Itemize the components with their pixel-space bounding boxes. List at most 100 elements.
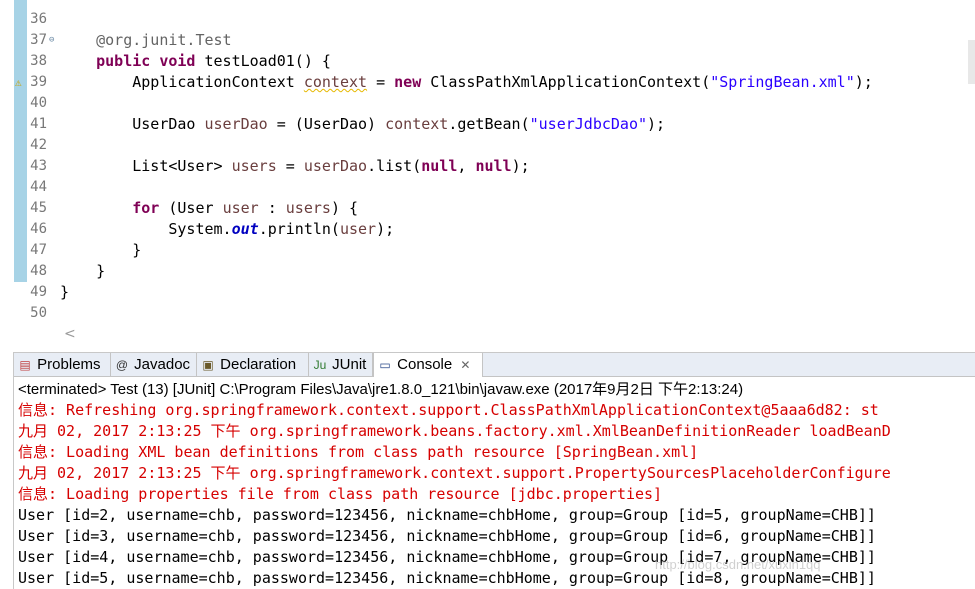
console-output[interactable]: 信息: Refreshing org.springframework.conte…: [18, 400, 975, 589]
line-number: 45: [30, 200, 47, 216]
console-line: 信息: Refreshing org.springframework.conte…: [18, 401, 879, 419]
line-number: 38: [30, 53, 47, 69]
tab-declaration[interactable]: ▣ Declaration: [197, 353, 309, 377]
line-number: 49: [30, 284, 47, 300]
code-token: context: [385, 115, 449, 133]
code-line[interactable]: public void testLoad01() {: [60, 51, 331, 72]
code-line[interactable]: List<User> users = userDao.list(null, nu…: [60, 156, 530, 177]
code-line[interactable]: for (User user : users) {: [60, 198, 358, 219]
tab-label: Console: [397, 356, 453, 373]
code-token: List<User>: [60, 157, 232, 175]
tab-junit[interactable]: Ju JUnit: [309, 353, 373, 377]
console-line: 九月 02, 2017 2:13:25 下午 org.springframewo…: [18, 422, 891, 440]
code-token: );: [854, 73, 873, 91]
javadoc-icon: @: [115, 358, 129, 372]
console-icon: ▭: [379, 358, 391, 372]
tab-javadoc[interactable]: @ Javadoc: [111, 353, 197, 377]
line-number: 47: [30, 242, 47, 258]
line-number: 42: [30, 137, 47, 153]
junit-icon: Ju: [313, 358, 327, 372]
code-token: UserDao: [60, 115, 205, 133]
code-area[interactable]: @org.junit.Test public void testLoad01()…: [60, 0, 975, 325]
line-number: 41: [30, 116, 47, 132]
code-token: ,: [457, 157, 476, 175]
warning-marker-icon[interactable]: ⚠: [15, 77, 27, 89]
console-line: 信息: Loading XML bean definitions from cl…: [18, 443, 699, 461]
code-token: for: [132, 199, 160, 217]
console-line: 信息: Loading properties file from class p…: [18, 485, 663, 503]
console-view: ▤ Problems @ Javadoc ▣ Declaration Ju JU…: [13, 352, 975, 589]
line-number: 46: [30, 221, 47, 237]
code-token: public: [96, 52, 151, 70]
code-line[interactable]: }: [60, 282, 69, 303]
code-line[interactable]: System.out.println(user);: [60, 219, 394, 240]
code-token: context: [303, 73, 368, 91]
line-number: 43: [30, 158, 47, 174]
horizontal-scrollbar[interactable]: <: [60, 325, 975, 345]
line-number: 50: [30, 305, 47, 321]
line-number: 44: [30, 179, 47, 195]
code-token: null: [475, 157, 512, 175]
code-token: .list(: [367, 157, 422, 175]
line-number: 36: [30, 11, 47, 27]
code-token: }: [60, 283, 70, 301]
code-token: new: [394, 73, 422, 91]
tab-label: JUnit: [332, 356, 367, 373]
code-line[interactable]: }: [60, 240, 141, 261]
code-token: (User: [159, 199, 223, 217]
code-editor[interactable]: 36 37 ⊖ 38 39 40 41 42 43 44 45 46 47 48 49 50 ⚠ @org.j…: [0, 0, 975, 347]
vertical-scrollbar-thumb[interactable]: [968, 40, 975, 84]
code-token: userDao: [204, 115, 268, 133]
code-token: ) {: [330, 199, 359, 217]
code-token: .getBean(: [448, 115, 530, 133]
code-token: "SpringBean.xml": [710, 73, 855, 91]
code-line[interactable]: @org.junit.Test: [60, 30, 232, 51]
tab-label: Declaration: [220, 356, 297, 373]
tab-problems[interactable]: ▤ Problems: [14, 353, 111, 377]
close-icon[interactable]: ✕: [456, 358, 470, 372]
code-token: users: [231, 157, 277, 175]
line-number: 39: [30, 74, 47, 90]
tab-label: Javadoc: [134, 356, 191, 373]
declaration-icon: ▣: [202, 358, 214, 372]
code-line[interactable]: UserDao userDao = (UserDao) context.getB…: [60, 114, 665, 135]
code-token: :: [258, 199, 286, 217]
code-token: user: [222, 199, 259, 217]
code-token: }: [60, 241, 142, 259]
console-line: 九月 02, 2017 2:13:25 下午 org.springframewo…: [18, 464, 891, 482]
code-token: );: [376, 220, 395, 238]
code-token: users: [285, 199, 331, 217]
code-token: ApplicationContext: [60, 73, 304, 91]
fold-collapse-icon[interactable]: ⊖: [49, 36, 58, 45]
code-token: user: [339, 220, 377, 238]
code-token: System.: [60, 220, 232, 238]
code-token: @org.junit.: [96, 31, 196, 49]
scroll-left-arrow-icon[interactable]: <: [64, 326, 76, 342]
code-token: void: [159, 52, 196, 70]
code-token: null: [421, 157, 458, 175]
code-token: Test: [195, 31, 232, 49]
line-number: 37: [30, 32, 47, 48]
line-number: 48: [30, 263, 47, 279]
overview-ruler: [0, 0, 14, 347]
console-line: User [id=2, username=chb, password=12345…: [18, 506, 876, 524]
code-token: =: [276, 157, 304, 175]
tab-console[interactable]: ▭ Console ✕: [373, 353, 483, 377]
console-line: User [id=3, username=chb, password=12345…: [18, 527, 876, 545]
code-line[interactable]: ApplicationContext context = new ClassPa…: [60, 72, 873, 93]
code-token: = (UserDao): [267, 115, 386, 133]
code-token: "userJdbcDao": [529, 115, 648, 133]
code-token: =: [367, 73, 395, 91]
line-number-gutter: 36 37 ⊖ 38 39 40 41 42 43 44 45 46 47 48 49 50: [27, 0, 60, 325]
code-token: );: [511, 157, 530, 175]
code-token: testLoad01() {: [195, 52, 331, 70]
line-number: 40: [30, 95, 47, 111]
view-tab-bar: ▤ Problems @ Javadoc ▣ Declaration Ju JU…: [14, 353, 975, 377]
code-token: out: [231, 220, 259, 238]
code-line[interactable]: }: [60, 261, 105, 282]
problems-icon: ▤: [19, 358, 31, 372]
quick-diff-change-bar: [14, 0, 27, 282]
